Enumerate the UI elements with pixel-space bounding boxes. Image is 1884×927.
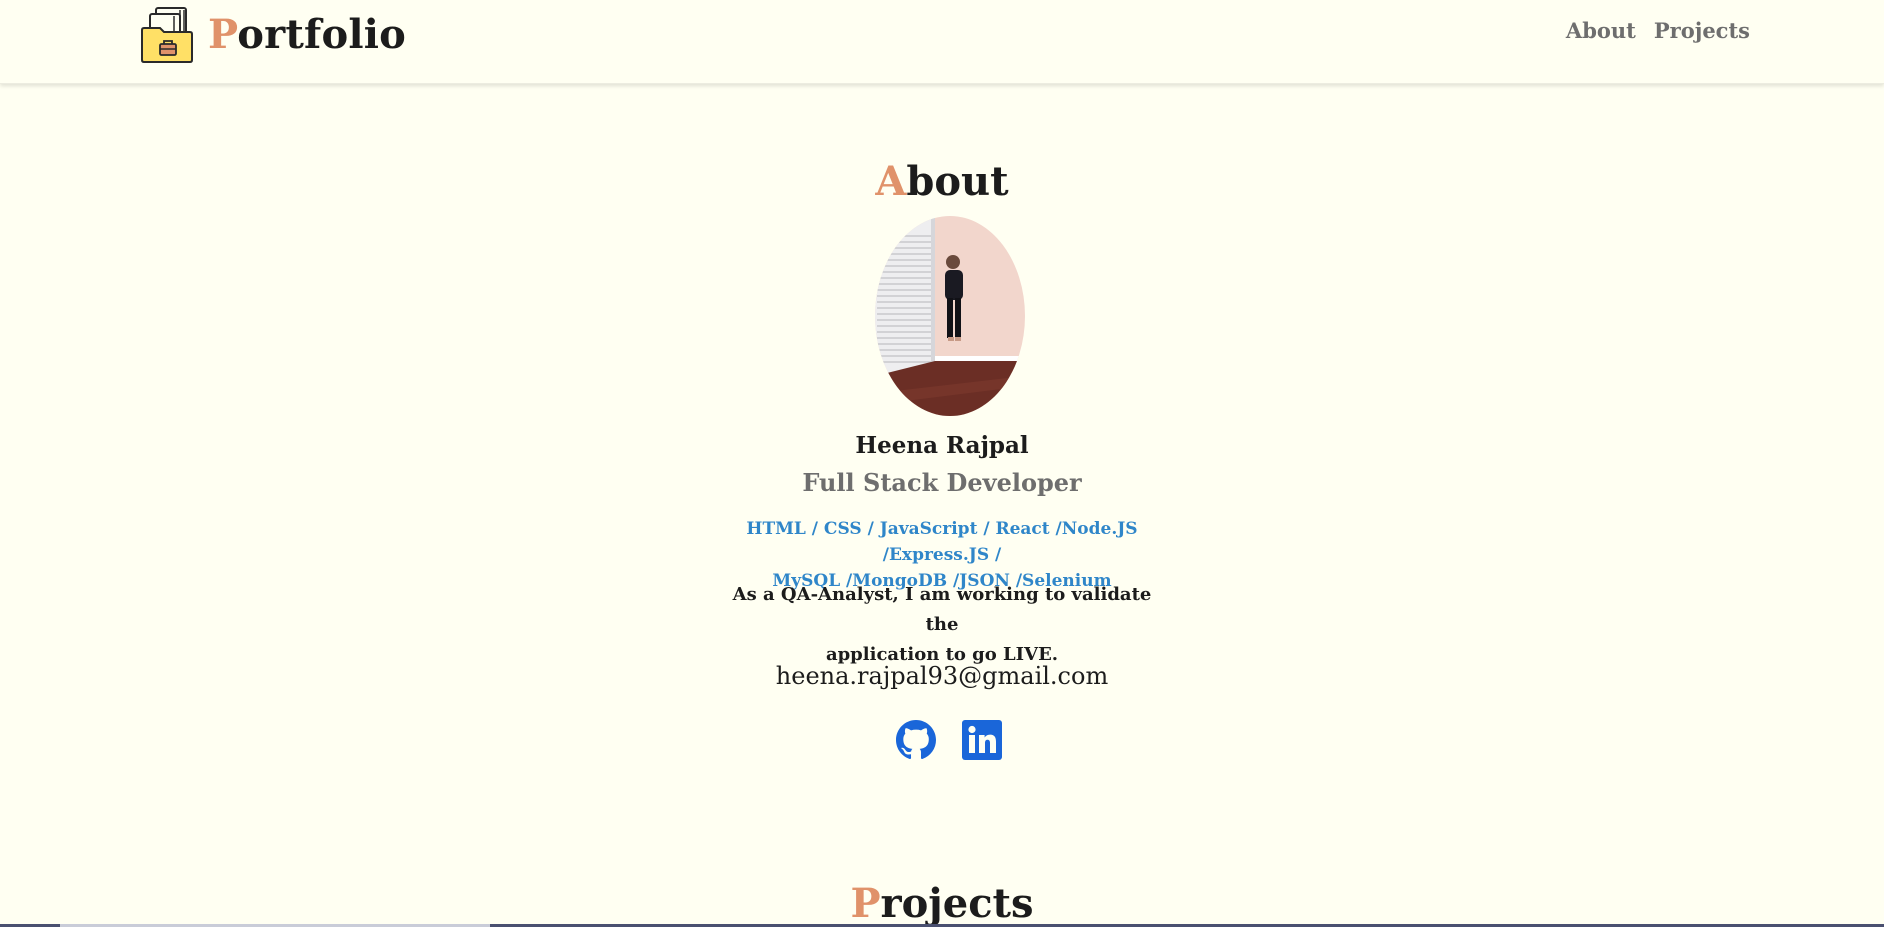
description-line-1: As a QA-Analyst, I am working to validat… — [732, 584, 1152, 635]
linkedin-icon — [962, 720, 1002, 760]
brand-rest: ortfolio — [237, 10, 407, 58]
contact-email[interactable]: heena.rajpal93@gmail.com — [0, 662, 1884, 690]
nav-links: About Projects — [1566, 18, 1750, 43]
github-icon — [896, 720, 936, 760]
brand[interactable]: Portfolio — [140, 4, 406, 64]
about-heading-rest: bout — [906, 158, 1009, 205]
linkedin-link[interactable] — [962, 720, 1002, 760]
projects-heading-initial: P — [850, 880, 881, 927]
brand-initial: P — [208, 10, 238, 58]
navbar: Portfolio About Projects — [0, 0, 1884, 84]
projects-heading: Projects — [0, 880, 1884, 927]
brand-title: Portfolio — [208, 11, 406, 58]
nav-link-projects[interactable]: Projects — [1654, 18, 1750, 43]
skills-line-1: HTML / CSS / JavaScript / React /Node.JS… — [746, 519, 1138, 565]
profile-role: Full Stack Developer — [802, 468, 1082, 497]
profile-name: Heena Rajpal — [855, 432, 1029, 459]
projects-heading-rest: rojects — [880, 880, 1034, 927]
github-link[interactable] — [896, 720, 936, 760]
nav-link-about[interactable]: About — [1566, 18, 1636, 43]
profile-description: As a QA-Analyst, I am working to validat… — [730, 580, 1154, 670]
portfolio-folder-icon — [141, 7, 193, 63]
profile-photo — [875, 216, 1025, 416]
about-heading: About — [0, 158, 1884, 205]
social-links — [896, 720, 1002, 760]
profile-photo-image — [875, 216, 1025, 416]
about-heading-initial: A — [875, 158, 907, 205]
